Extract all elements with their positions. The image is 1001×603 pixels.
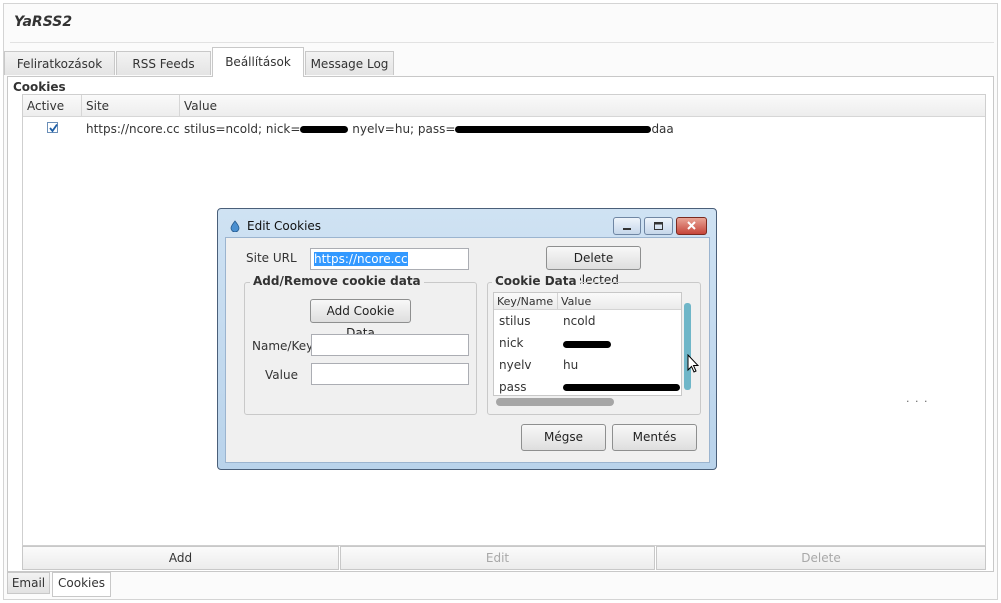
value-mid: nyelv=hu; pass=	[348, 122, 456, 136]
app-drop-icon	[230, 220, 240, 232]
site-url-label: Site URL	[246, 251, 297, 265]
add-button[interactable]: Add	[22, 546, 339, 570]
add-cookie-data-button[interactable]: Add Cookie Data	[310, 299, 411, 340]
minimize-button[interactable]	[613, 217, 641, 235]
name-key-label: Name/Key	[252, 339, 314, 353]
redaction-mark	[300, 126, 349, 133]
add-remove-legend: Add/Remove cookie data	[250, 274, 424, 288]
dialog-title: Edit Cookies	[247, 219, 322, 233]
delete-button[interactable]: Delete	[656, 546, 986, 570]
tab-rss-feeds[interactable]: RSS Feeds	[116, 51, 211, 75]
close-icon	[687, 221, 696, 230]
cookies-group-label: Cookies	[13, 80, 66, 94]
column-header-site[interactable]: Site	[82, 95, 180, 117]
list-header-key[interactable]: Key/Name	[494, 293, 558, 310]
list-item-value: hu	[563, 358, 579, 372]
redaction-mark	[563, 341, 611, 348]
tab-cookies[interactable]: Cookies	[52, 572, 111, 597]
mouse-cursor-icon	[687, 354, 699, 373]
column-header-value[interactable]: Value	[180, 95, 985, 117]
close-button[interactable]	[676, 217, 707, 235]
minimize-icon	[623, 228, 631, 230]
title-divider	[10, 42, 994, 43]
list-item-key[interactable]: stilus	[499, 314, 530, 328]
redaction-mark	[563, 384, 680, 391]
checkmark-icon	[49, 123, 58, 133]
value-label: Value	[265, 368, 298, 382]
cookie-data-legend: Cookie Data	[492, 274, 580, 288]
delete-selected-button[interactable]: Delete selected	[546, 246, 641, 287]
tab-feliratkozasok[interactable]: Feliratkozások	[4, 51, 115, 75]
edit-button[interactable]: Edit	[340, 546, 655, 570]
list-item-key[interactable]: pass	[499, 380, 526, 394]
list-item-value: ncold	[563, 314, 596, 328]
list-header-value[interactable]: Value	[558, 293, 681, 310]
vertical-scrollbar[interactable]	[684, 303, 691, 390]
redaction-mark	[455, 126, 652, 133]
maximize-button[interactable]	[644, 217, 673, 235]
site-url-input[interactable]: https://ncore.cc	[310, 248, 469, 270]
value-input[interactable]	[311, 363, 469, 385]
tab-beallitasok[interactable]: Beállítások	[212, 47, 304, 77]
site-url-value: https://ncore.cc	[314, 252, 408, 266]
name-key-input[interactable]	[311, 334, 469, 356]
app-title: YaRSS2	[14, 14, 73, 30]
tab-email[interactable]: Email	[7, 572, 50, 594]
value-suffix: daa	[651, 122, 674, 136]
tab-message-log[interactable]: Message Log	[305, 51, 394, 75]
value-prefix: stilus=ncold; nick=	[184, 122, 301, 136]
horizontal-scrollbar[interactable]	[496, 398, 614, 406]
row-value[interactable]: stilus=ncold; nick= nyelv=hu; pass= daa	[184, 122, 674, 136]
list-item-key[interactable]: nick	[499, 336, 524, 350]
row-active-checkbox[interactable]	[47, 122, 58, 133]
cancel-button[interactable]: Mégse	[521, 424, 606, 451]
stray-dots: . . .	[906, 392, 929, 405]
column-header-active[interactable]: Active	[23, 95, 82, 117]
list-item-key[interactable]: nyelv	[499, 358, 532, 372]
save-button[interactable]: Mentés	[612, 424, 697, 451]
row-site[interactable]: https://ncore.cc	[86, 122, 180, 136]
maximize-icon	[654, 222, 663, 230]
